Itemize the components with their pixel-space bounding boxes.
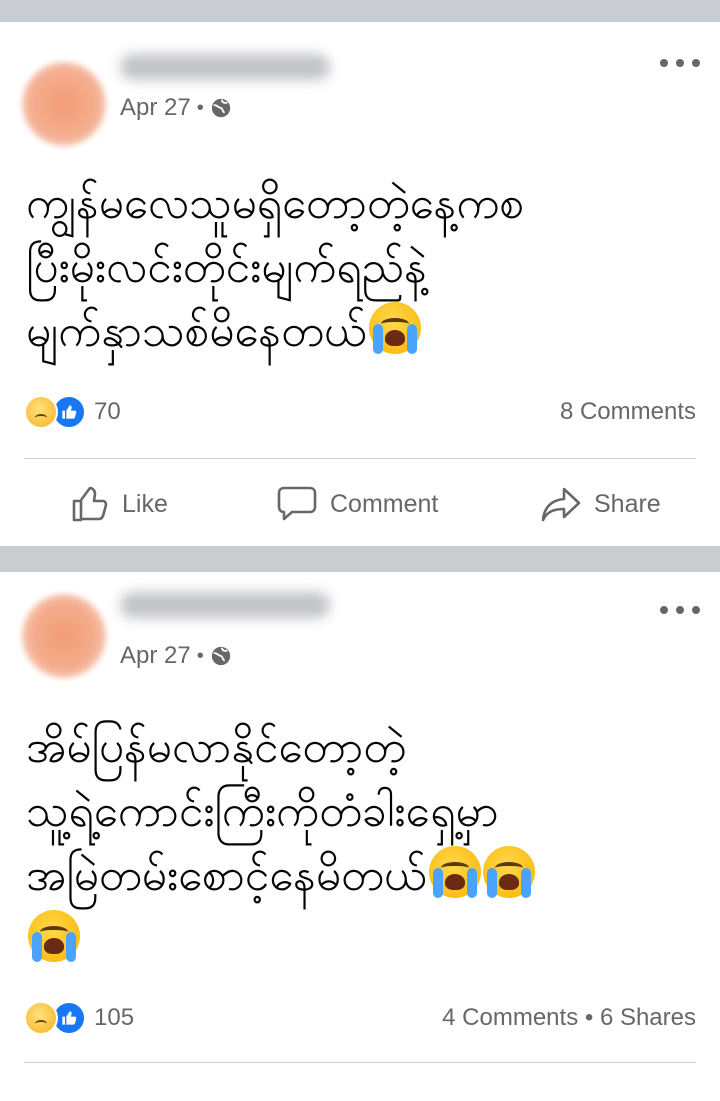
comment-label: Comment bbox=[330, 489, 439, 518]
sad-reaction-icon bbox=[24, 395, 58, 429]
post-text-line: အမြဲတမ်းစောင့်နေမိတယ် bbox=[26, 850, 427, 901]
like-button[interactable]: Like bbox=[70, 474, 168, 534]
post-card: Apr 27 • အိမ်ပြန်မလာနိုင်တော့တဲ့ သူ့ရဲ့က… bbox=[0, 572, 720, 1101]
post-text-line: အိမ်ပြန်မလာနိုင်တော့တဲ့ bbox=[26, 722, 407, 773]
sad-reaction-icon bbox=[24, 1001, 58, 1035]
comments-shares-link[interactable]: 4 Comments • 6 Shares bbox=[442, 1004, 696, 1032]
meta-separator: • bbox=[196, 96, 204, 119]
author-name-blurred[interactable] bbox=[120, 592, 330, 618]
meta-separator: • bbox=[196, 644, 204, 667]
like-icon bbox=[72, 486, 108, 522]
reaction-count: 105 bbox=[94, 1004, 135, 1031]
avatar[interactable] bbox=[22, 62, 106, 146]
post-date[interactable]: Apr 27 bbox=[120, 642, 191, 670]
share-icon bbox=[541, 487, 581, 522]
crying-emoji-icon bbox=[482, 846, 535, 898]
reaction-summary[interactable]: 70 bbox=[24, 395, 121, 429]
reaction-summary[interactable]: 105 bbox=[24, 1001, 134, 1035]
engagement-stats[interactable]: 4 Comments • 6 Shares bbox=[442, 1001, 696, 1035]
post-text: ကျွန်မလေသူမရှိတော့တဲ့နေ့ကစ ပြီးမိုးလင်းတ… bbox=[26, 172, 700, 364]
post-text-content: ကျွန်မလေသူမရှိတော့တဲ့နေ့ကစ ပြီးမိုးလင်းတ… bbox=[26, 178, 525, 357]
like-label: Like bbox=[122, 489, 168, 518]
post-actions: Like Comment Share bbox=[0, 474, 720, 534]
share-label: Share bbox=[594, 489, 661, 518]
post-card: Apr 27 • ကျွန်မလေသူမရှိတော့တဲ့နေ့ကစ ပြီး… bbox=[0, 22, 720, 546]
post-meta: Apr 27 • bbox=[120, 93, 232, 123]
post-text: အိမ်ပြန်မလာနိုင်တော့တဲ့ သူ့ရဲ့ကောင်းကြီး… bbox=[26, 716, 700, 972]
divider bbox=[24, 458, 696, 459]
crying-emoji-icon bbox=[368, 302, 421, 354]
reaction-count: 70 bbox=[94, 398, 121, 425]
crying-emoji-icon bbox=[428, 846, 481, 898]
comment-icon bbox=[277, 486, 317, 521]
comments-link[interactable]: 8 Comments bbox=[560, 398, 696, 426]
share-button[interactable]: Share bbox=[540, 474, 661, 534]
more-options-icon[interactable] bbox=[660, 51, 700, 75]
author-name-blurred[interactable] bbox=[120, 54, 330, 80]
comment-button[interactable]: Comment bbox=[276, 474, 438, 534]
post-meta: Apr 27 • bbox=[120, 641, 232, 671]
divider bbox=[24, 1062, 696, 1063]
globe-icon bbox=[211, 98, 230, 118]
globe-icon bbox=[211, 646, 230, 666]
post-date[interactable]: Apr 27 bbox=[120, 94, 191, 122]
avatar[interactable] bbox=[22, 594, 106, 678]
more-options-icon[interactable] bbox=[660, 598, 700, 622]
post-text-line: သူ့ရဲ့ကောင်းကြီးကိုတံခါးရှေ့မှာ bbox=[26, 786, 499, 837]
crying-emoji-icon bbox=[28, 910, 80, 962]
comments-count[interactable]: 8 Comments bbox=[560, 395, 696, 429]
